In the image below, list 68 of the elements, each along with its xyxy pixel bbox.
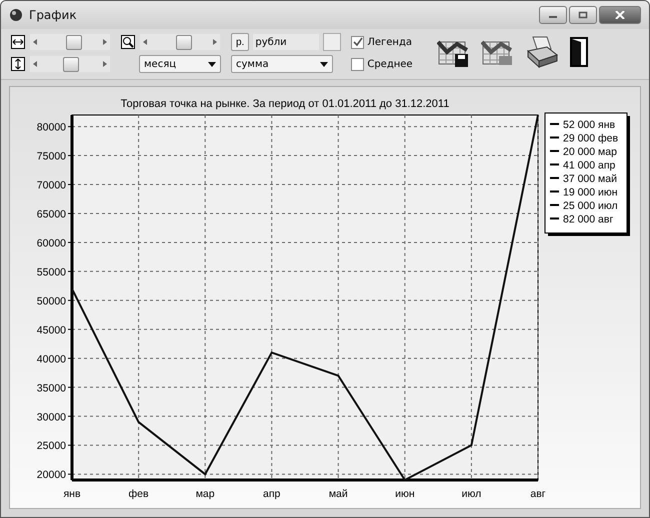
right-arrow-icon[interactable]	[213, 39, 217, 45]
legend-line-icon	[550, 204, 559, 206]
dropdown-caret-icon	[320, 62, 328, 66]
horizontal-scale-slider[interactable]	[29, 33, 111, 51]
checkmark-icon	[352, 37, 363, 47]
exit-door-icon[interactable]	[568, 37, 589, 67]
y-tick-label: 20000	[36, 469, 66, 482]
legend-entry: 41 000 апр	[563, 160, 616, 172]
y-tick-label: 45000	[36, 324, 66, 336]
currency-button[interactable]: р.	[231, 33, 250, 51]
horizontal-resize-icon	[11, 35, 25, 49]
y-tick-label: 65000	[36, 208, 66, 220]
legend-entry: 19 000 июн	[563, 186, 618, 198]
x-tick-label: янв	[63, 488, 81, 500]
maximize-button[interactable]	[569, 6, 597, 24]
legend-entry: 52 000 янв	[563, 119, 616, 131]
left-arrow-icon[interactable]	[33, 39, 37, 45]
legend-line-icon	[550, 190, 559, 192]
measure-dropdown[interactable]: сумма	[231, 55, 333, 73]
y-tick-label: 25000	[36, 440, 66, 452]
left-arrow-icon[interactable]	[143, 39, 147, 45]
legend-entry: 29 000 фев	[563, 132, 618, 144]
legend-entry: 20 000 мар	[563, 146, 617, 158]
minimize-button[interactable]	[539, 6, 567, 24]
app-icon	[9, 8, 23, 22]
vertical-resize-icon	[11, 57, 25, 71]
checkbox[interactable]: Среднее	[351, 55, 413, 73]
x-tick-label: авг	[530, 488, 546, 500]
printer-icon[interactable]	[524, 35, 559, 69]
x-tick-label: июл	[462, 488, 482, 500]
y-tick-label: 75000	[36, 150, 66, 163]
legend-line-icon	[550, 123, 559, 125]
period-dropdown[interactable]: месяц	[139, 55, 221, 73]
legend-line-icon	[550, 150, 559, 152]
right-arrow-icon[interactable]	[103, 61, 107, 67]
y-tick-label: 80000	[36, 122, 66, 134]
y-tick-label: 70000	[36, 180, 66, 192]
legend-line-icon	[550, 177, 559, 179]
y-tick-label: 40000	[36, 353, 66, 366]
y-tick-label: 35000	[36, 382, 66, 394]
window-title: График	[29, 8, 77, 22]
checkbox[interactable]: Легенда	[351, 33, 413, 51]
y-tick-label: 30000	[36, 411, 66, 424]
zoom-icon	[121, 35, 135, 49]
zoom-slider[interactable]	[139, 33, 221, 51]
legend-entry: 37 000 май	[563, 173, 617, 185]
legend-entry: 82 000 авг	[563, 214, 614, 226]
close-button[interactable]	[599, 6, 641, 24]
x-tick-label: июн	[395, 488, 415, 500]
y-tick-label: 50000	[36, 295, 66, 308]
right-arrow-icon[interactable]	[103, 39, 107, 45]
legend-line-icon	[550, 136, 559, 138]
x-tick-label: апр	[263, 488, 280, 500]
y-tick-label: 55000	[36, 266, 66, 278]
y-tick-label: 60000	[36, 237, 66, 250]
dropdown-caret-icon	[208, 62, 216, 66]
currency-field[interactable]: рубли	[253, 34, 320, 50]
x-tick-label: мар	[196, 488, 215, 500]
legend-entry: 25 000 июл	[563, 200, 618, 212]
vertical-scale-slider[interactable]	[29, 55, 111, 73]
x-tick-label: май	[328, 488, 348, 500]
maximize-icon	[578, 11, 588, 19]
legend-line-icon	[550, 218, 559, 220]
chart-title: Торговая точка на рынке. За период от 01.01.2011 до 31.12.2011	[120, 98, 450, 110]
x-tick-label: фев	[128, 488, 149, 500]
legend-line-icon	[550, 164, 559, 166]
close-icon	[615, 11, 625, 19]
left-arrow-icon[interactable]	[33, 61, 37, 67]
